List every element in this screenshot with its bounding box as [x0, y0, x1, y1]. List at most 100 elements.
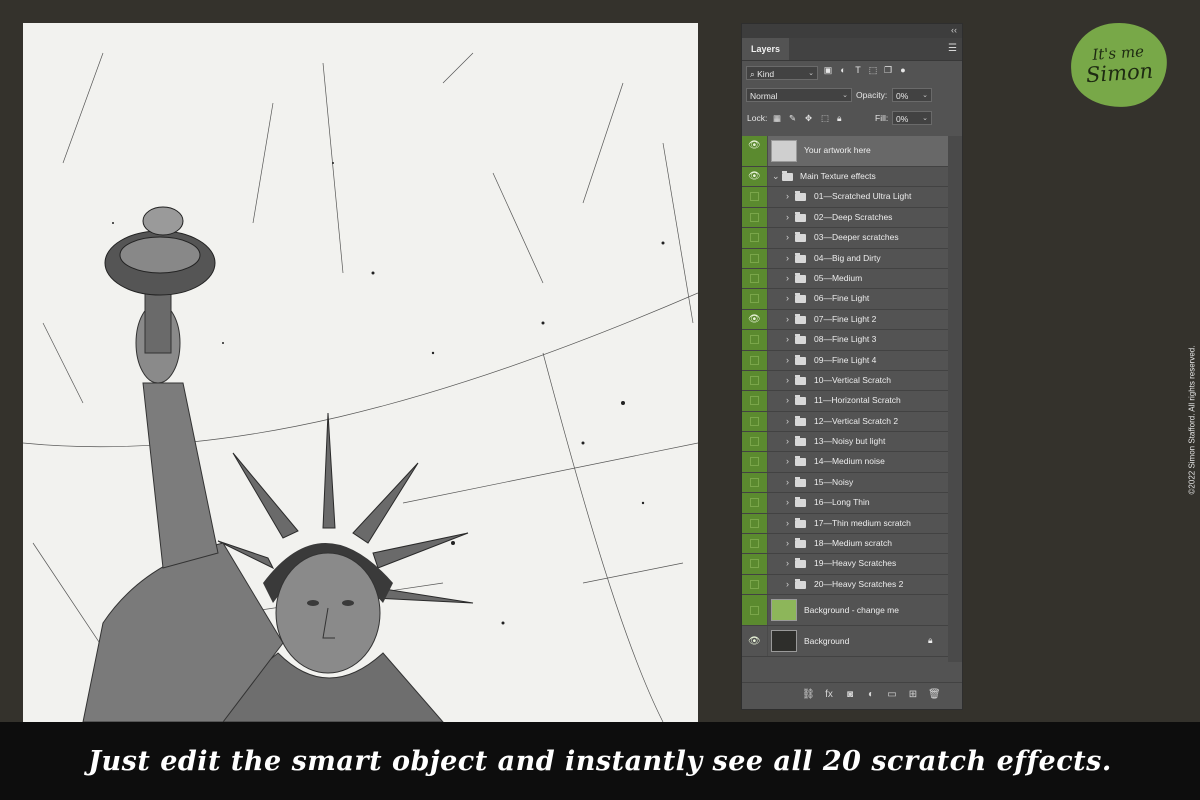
- new-layer-icon[interactable]: ⊞: [907, 689, 919, 701]
- chevron-right-icon[interactable]: ›: [786, 232, 789, 242]
- layer-group-row[interactable]: › 04—Big and Dirty: [742, 248, 949, 269]
- layers-scrollbar[interactable]: [948, 136, 962, 662]
- chevron-right-icon[interactable]: ›: [786, 273, 789, 283]
- chevron-right-icon[interactable]: ›: [786, 518, 789, 528]
- layer-group-row[interactable]: › 12—Vertical Scratch 2: [742, 411, 949, 433]
- trash-icon[interactable]: 🗑︎: [928, 689, 941, 701]
- pixel-layer-filter-icon[interactable]: ▣: [823, 65, 833, 75]
- filter-toggle-icon[interactable]: ●: [898, 65, 908, 75]
- layer-group-row[interactable]: › 16—Long Thin: [742, 493, 949, 514]
- chevron-right-icon[interactable]: ›: [786, 355, 789, 365]
- chevron-down-icon[interactable]: ⌄: [772, 171, 780, 182]
- layer-group-row[interactable]: 👁︎ › 07—Fine Light 2: [742, 309, 949, 331]
- visibility-toggle[interactable]: [750, 335, 759, 345]
- eye-icon[interactable]: 👁︎: [748, 636, 761, 647]
- panel-menu-icon[interactable]: ☰: [948, 43, 957, 54]
- layer-group-main-texture[interactable]: 👁︎ ⌄ Main Texture effects: [742, 167, 949, 188]
- layer-group-row[interactable]: › 06—Fine Light: [742, 289, 949, 310]
- eye-icon[interactable]: 👁︎: [748, 140, 761, 151]
- chevron-right-icon[interactable]: ›: [786, 314, 789, 324]
- chevron-right-icon[interactable]: ›: [786, 456, 789, 466]
- fill-field[interactable]: 0% ⌄: [892, 111, 932, 125]
- chevron-right-icon[interactable]: ›: [786, 477, 789, 487]
- chevron-right-icon[interactable]: ›: [786, 253, 789, 263]
- layer-group-row[interactable]: › 02—Deep Scratches: [742, 207, 949, 229]
- chevron-right-icon[interactable]: ›: [786, 538, 789, 548]
- fx-icon[interactable]: fx: [823, 689, 835, 701]
- layer-row-your-artwork[interactable]: 👁︎ Your artwork here: [742, 136, 949, 167]
- lock-artboard-icon[interactable]: ⬚: [821, 111, 829, 125]
- chevron-right-icon[interactable]: ›: [786, 579, 789, 589]
- chevron-right-icon[interactable]: ›: [786, 334, 789, 344]
- visibility-toggle[interactable]: [750, 294, 759, 304]
- layer-group-row[interactable]: › 05—Medium: [742, 268, 949, 290]
- layer-group-row[interactable]: › 19—Heavy Scratches: [742, 554, 949, 575]
- adjustment-layer-icon[interactable]: ◐: [865, 689, 877, 701]
- visibility-toggle[interactable]: [750, 192, 759, 202]
- tab-layers[interactable]: Layers: [742, 38, 790, 60]
- visibility-toggle[interactable]: [750, 253, 759, 263]
- chevron-right-icon[interactable]: ›: [786, 375, 789, 385]
- folder-icon: [795, 252, 806, 263]
- layer-thumbnail: [771, 599, 797, 622]
- blend-mode-select[interactable]: Normal ⌄: [746, 88, 852, 102]
- link-layers-icon[interactable]: ⛓︎: [802, 689, 815, 701]
- lock-position-icon[interactable]: ✥: [805, 111, 812, 125]
- smart-object-filter-icon[interactable]: ❐: [883, 65, 893, 75]
- layer-group-row[interactable]: › 09—Fine Light 4: [742, 350, 949, 371]
- layer-row-background[interactable]: 👁︎ Background 🔒︎: [742, 626, 949, 658]
- layer-group-row[interactable]: › 11—Horizontal Scratch: [742, 391, 949, 412]
- layer-group-row[interactable]: › 18—Medium scratch: [742, 534, 949, 555]
- filter-kind-select[interactable]: ⌕ Kind ⌄: [746, 66, 818, 80]
- collapse-panel-icon[interactable]: ‹‹: [951, 25, 957, 35]
- layer-row-background-change[interactable]: Background - change me: [742, 595, 949, 627]
- lock-all-icon[interactable]: 🔒︎: [837, 111, 842, 125]
- chevron-right-icon[interactable]: ›: [786, 416, 789, 426]
- layer-group-row[interactable]: › 03—Deeper scratches: [742, 228, 949, 249]
- folder-icon: [795, 211, 806, 222]
- visibility-toggle[interactable]: [750, 416, 759, 426]
- lock-brush-icon[interactable]: ✎: [789, 111, 796, 125]
- chevron-right-icon[interactable]: ›: [786, 293, 789, 303]
- chevron-right-icon[interactable]: ›: [786, 212, 789, 222]
- type-filter-icon[interactable]: T: [853, 65, 863, 75]
- visibility-toggle[interactable]: [750, 375, 759, 385]
- layer-group-row[interactable]: › 10—Vertical Scratch: [742, 370, 949, 392]
- lock-transparent-icon[interactable]: ▦: [773, 111, 781, 125]
- layer-group-row[interactable]: › 01—Scratched Ultra Light: [742, 187, 949, 208]
- visibility-toggle[interactable]: [750, 212, 759, 222]
- visibility-toggle[interactable]: [750, 396, 759, 406]
- visibility-toggle[interactable]: [750, 498, 759, 508]
- eye-icon[interactable]: 👁︎: [748, 314, 761, 325]
- layer-group-row[interactable]: › 17—Thin medium scratch: [742, 513, 949, 535]
- visibility-toggle[interactable]: [750, 233, 759, 243]
- layer-group-row[interactable]: › 14—Medium noise: [742, 452, 949, 473]
- chevron-right-icon[interactable]: ›: [786, 497, 789, 507]
- chevron-right-icon[interactable]: ›: [786, 191, 789, 201]
- visibility-toggle[interactable]: [750, 273, 759, 283]
- add-mask-icon[interactable]: ◙: [844, 689, 856, 701]
- visibility-toggle[interactable]: [750, 437, 759, 447]
- folder-icon: [795, 517, 806, 528]
- new-group-icon[interactable]: ▭: [886, 689, 898, 701]
- adjustment-filter-icon[interactable]: ◐: [838, 65, 848, 75]
- shape-filter-icon[interactable]: ⬚: [868, 65, 878, 75]
- layer-group-row[interactable]: › 08—Fine Light 3: [742, 330, 949, 351]
- visibility-toggle[interactable]: [750, 355, 759, 365]
- visibility-toggle[interactable]: [750, 457, 759, 467]
- opacity-field[interactable]: 0% ⌄: [892, 88, 932, 102]
- visibility-toggle[interactable]: [750, 559, 759, 569]
- layer-group-row[interactable]: › 20—Heavy Scratches 2: [742, 574, 949, 596]
- eye-icon[interactable]: 👁︎: [748, 171, 761, 182]
- chevron-right-icon[interactable]: ›: [786, 558, 789, 568]
- visibility-toggle[interactable]: [750, 606, 759, 616]
- visibility-toggle[interactable]: [750, 579, 759, 589]
- chevron-right-icon[interactable]: ›: [786, 395, 789, 405]
- layer-group-row[interactable]: › 13—Noisy but light: [742, 432, 949, 453]
- layer-group-row[interactable]: › 15—Noisy: [742, 472, 949, 494]
- chevron-right-icon[interactable]: ›: [786, 436, 789, 446]
- visibility-toggle[interactable]: [750, 477, 759, 487]
- fill-value: 0%: [896, 114, 909, 124]
- visibility-toggle[interactable]: [750, 518, 759, 528]
- visibility-toggle[interactable]: [750, 539, 759, 549]
